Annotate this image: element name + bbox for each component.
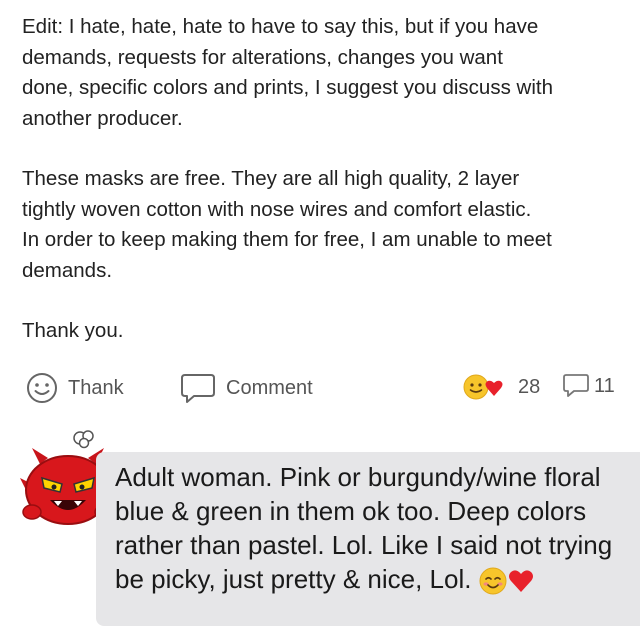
comment-text-line: rather than pastel. Lol. Like I said not… <box>115 530 613 560</box>
comment-bubble-icon <box>181 374 215 403</box>
smile-icon <box>27 373 57 403</box>
reactions-icon <box>463 374 503 400</box>
red-heart-icon <box>508 570 533 593</box>
comments-stats[interactable]: 11 <box>562 372 615 400</box>
post-text-line: Thank you. <box>22 319 124 342</box>
thank-label: Thank <box>68 376 124 399</box>
puff-icon <box>73 430 94 449</box>
post-text-line: another producer. <box>22 106 183 130</box>
comment-text-line: Adult woman. Pink or burgundy/wine flora… <box>115 462 601 492</box>
reactions-count: 28 <box>518 375 541 398</box>
comment-button[interactable]: Comment <box>180 372 313 404</box>
blush-emoji-icon <box>479 567 507 595</box>
comment-text-line: be picky, just pretty & nice, Lol. <box>115 564 472 594</box>
post-text-line: demands. <box>22 258 113 282</box>
comment-count-icon <box>563 374 589 397</box>
comment-text-line-last: be picky, just pretty & nice, Lol. <box>115 562 640 596</box>
action-bar: Thank Comment 28 11 <box>0 368 640 408</box>
comment-text-line: blue & green in them ok too. Deep colors <box>115 496 587 526</box>
post-text-line: demands, requests for alterations, chang… <box>22 45 503 69</box>
comment-text: Adult woman. Pink or burgundy/wine flora… <box>115 460 640 596</box>
comment-label: Comment <box>226 376 313 399</box>
thank-button[interactable]: Thank <box>26 372 124 404</box>
post-text-line: tightly woven cotton with nose wires and… <box>22 197 532 221</box>
comment-item: Adult woman. Pink or burgundy/wine flora… <box>0 418 640 640</box>
post-text-line: In order to keep making them for free, I… <box>22 228 552 251</box>
post-body: Edit: I hate, hate, hate to have to say … <box>22 12 632 347</box>
post-text-line: Edit: I hate, hate, hate to have to say … <box>22 15 539 38</box>
post-text-line: done, specific colors and prints, I sugg… <box>22 76 553 99</box>
reaction-stats[interactable]: 28 <box>462 372 540 402</box>
post-text-line: These masks are free. They are all high … <box>22 167 520 190</box>
comments-count: 11 <box>594 374 615 397</box>
